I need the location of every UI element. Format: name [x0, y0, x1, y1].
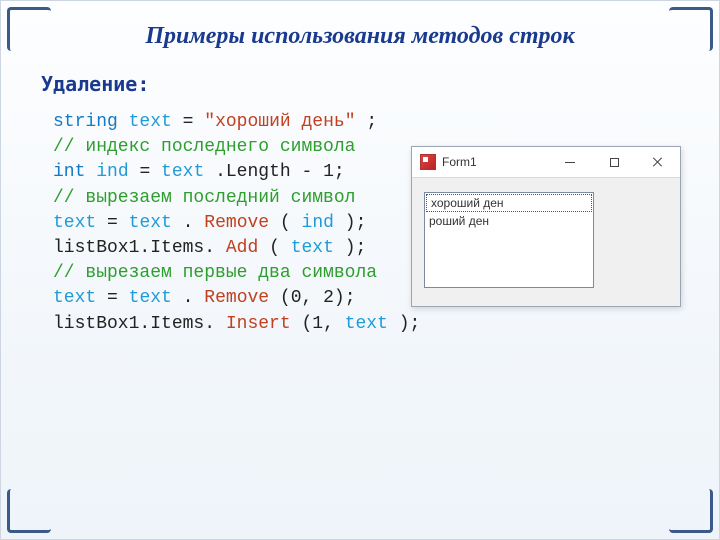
expr: (0, 2); [280, 288, 356, 308]
method: Remove [204, 288, 269, 308]
method: Insert [226, 314, 291, 334]
op: = [183, 112, 205, 132]
form-body: хороший ден роший ден [412, 178, 680, 306]
comment: // вырезаем первые два символа [53, 263, 377, 283]
punct: . [183, 213, 194, 233]
variable: text [291, 238, 334, 258]
code-line: listBox1.Items. Insert (1, text ); [53, 312, 719, 337]
variable: text [161, 162, 204, 182]
expr: .Length - 1; [215, 162, 345, 182]
variable: text [53, 213, 96, 233]
section-heading: Удаление: [41, 72, 719, 96]
method: Remove [204, 213, 269, 233]
slide-corner-bl [7, 489, 51, 533]
form-window: Form1 хороший ден роший ден [411, 146, 681, 307]
op: = [107, 288, 129, 308]
expr: listBox1.Items. [53, 238, 215, 258]
op: = [139, 162, 161, 182]
list-item[interactable]: хороший ден [426, 194, 592, 212]
variable: ind [96, 162, 128, 182]
listbox[interactable]: хороший ден роший ден [424, 192, 594, 288]
variable: text [129, 112, 172, 132]
variable: text [53, 288, 96, 308]
keyword: string [53, 112, 118, 132]
keyword: int [53, 162, 85, 182]
slide-corner-br [669, 489, 713, 533]
punct: . [183, 288, 194, 308]
punct: ( [280, 213, 291, 233]
punct: ( [269, 238, 280, 258]
code-line: string text = "хороший день" ; [53, 110, 719, 135]
window-title: Form1 [442, 155, 548, 169]
string-literal: "хороший день" [204, 112, 355, 132]
close-button[interactable] [636, 147, 680, 177]
punct: ); [345, 213, 367, 233]
punct: ); [345, 238, 367, 258]
page-title: Примеры использования методов строк [1, 23, 719, 50]
punct: ; [366, 112, 377, 132]
close-icon [653, 157, 663, 167]
app-icon [420, 154, 436, 170]
op: = [107, 213, 129, 233]
maximize-icon [610, 158, 619, 167]
comment: // индекс последнего символа [53, 137, 355, 157]
slide-corner-tr [669, 7, 713, 51]
titlebar[interactable]: Form1 [412, 147, 680, 178]
punct: ); [399, 314, 421, 334]
method: Add [226, 238, 258, 258]
minimize-button[interactable] [548, 147, 592, 177]
slide-corner-tl [7, 7, 51, 51]
variable: ind [302, 213, 334, 233]
list-item[interactable]: роший ден [425, 213, 593, 229]
minimize-icon [565, 162, 575, 163]
variable: text [129, 213, 172, 233]
punct: (1, [301, 314, 344, 334]
expr: listBox1.Items. [53, 314, 215, 334]
variable: text [129, 288, 172, 308]
comment: // вырезаем последний символ [53, 188, 355, 208]
maximize-button[interactable] [592, 147, 636, 177]
variable: text [345, 314, 388, 334]
